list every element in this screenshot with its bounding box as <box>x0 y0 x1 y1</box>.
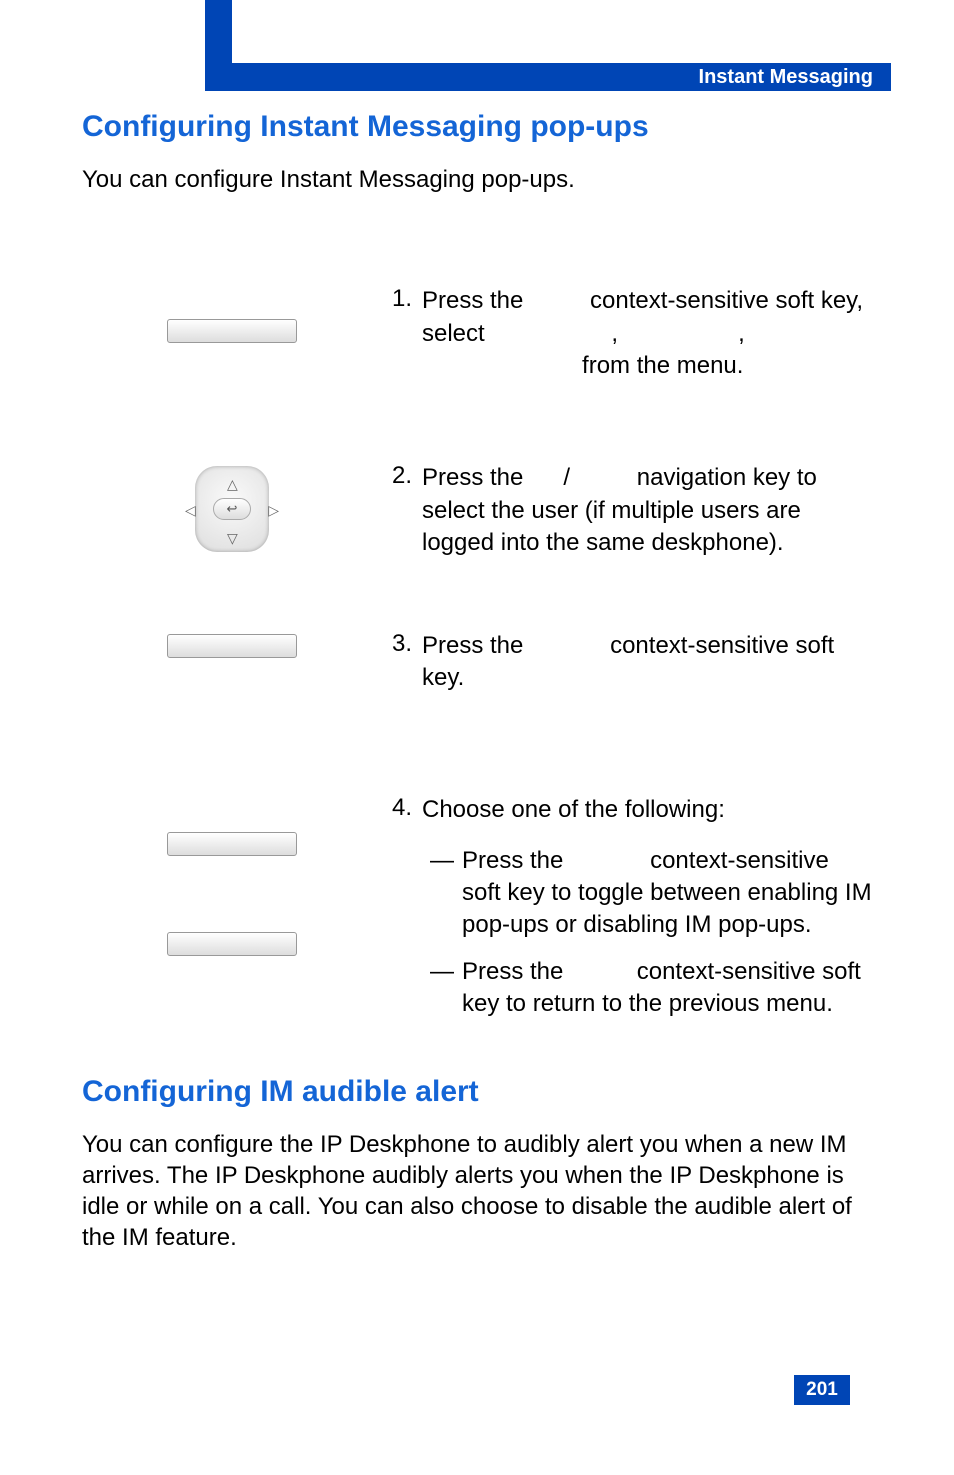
step-4-sub-2-blank <box>570 958 630 985</box>
step-2-blank2 <box>570 464 630 491</box>
left-arrow-icon: ◁ <box>185 502 196 519</box>
right-arrow-icon: ▷ <box>268 502 279 519</box>
section2-body: You can configure the IP Deskphone to au… <box>82 1129 872 1254</box>
step-3-blank <box>530 632 603 659</box>
left-color-tab <box>205 0 232 91</box>
step-4-sub-1-blank <box>570 847 643 874</box>
page-root: Instant Messaging Configuring Instant Me… <box>0 0 954 1475</box>
step-1-blank4 <box>422 352 575 379</box>
step-1: 1. Press the context-sensitive soft key,… <box>82 285 872 382</box>
navigation-key-icon: ↩ △ ▽ ◁ ▷ <box>181 462 283 556</box>
section2: Configuring IM audible alert You can con… <box>82 1075 872 1254</box>
step-1-text: Press the context-sensitive soft key, se… <box>422 285 872 382</box>
step-1-figure <box>82 285 382 343</box>
content-area: Configuring Instant Messaging pop-ups Yo… <box>82 110 872 1273</box>
section1-heading: Configuring Instant Messaging pop-ups <box>82 110 872 144</box>
step-4-text: Choose one of the following: — Press the… <box>422 794 872 1034</box>
step-4-sub-1-text: Press the context-sensitive soft key to … <box>462 845 872 942</box>
step-2-figure: ↩ △ ▽ ◁ ▷ <box>82 462 382 556</box>
section2-heading: Configuring IM audible alert <box>82 1075 872 1109</box>
step-4-sub-2-text: Press the context-sensitive soft key to … <box>462 956 872 1021</box>
step-4-sub-2: — Press the context-sensitive soft key t… <box>422 956 872 1021</box>
softkey-icon <box>167 319 297 343</box>
step-1-blank1 <box>530 287 583 314</box>
step-2-number: 2. <box>382 462 422 490</box>
step-3-pre: Press the <box>422 632 530 659</box>
step-1-end: from the menu. <box>575 352 743 379</box>
step-1-blank2 <box>491 320 611 347</box>
dash-icon: — <box>422 956 462 1021</box>
softkey-icon <box>167 832 297 856</box>
dash-icon: — <box>422 845 462 942</box>
step-3: 3. Press the context-sensitive soft key. <box>82 630 872 695</box>
step-3-figure <box>82 630 382 658</box>
step-1-number: 1. <box>382 285 422 313</box>
step-1-mid3: , <box>738 320 745 347</box>
softkey-icon <box>167 634 297 658</box>
down-arrow-icon: ▽ <box>227 530 238 547</box>
step-1-pre: Press the <box>422 287 530 314</box>
step-2-blank1 <box>530 464 563 491</box>
section1-intro: You can configure Instant Messaging pop-… <box>82 164 872 195</box>
step-4-number: 4. <box>382 794 422 822</box>
header-section-title: Instant Messaging <box>699 66 873 89</box>
step-3-number: 3. <box>382 630 422 658</box>
step-4: 4. Choose one of the following: — Press … <box>82 794 872 1034</box>
steps-list: 1. Press the context-sensitive soft key,… <box>82 285 872 1034</box>
enter-key-icon: ↩ <box>213 498 251 520</box>
step-1-mid2: , <box>611 320 624 347</box>
step-4-figure <box>82 794 382 956</box>
step-3-text: Press the context-sensitive soft key. <box>422 630 872 695</box>
page-number: 201 <box>794 1375 850 1405</box>
step-4-sublist: — Press the context-sensitive soft key t… <box>422 845 872 1021</box>
step-2-text: Press the / navigation key to select the… <box>422 462 872 559</box>
step-1-blank3 <box>625 320 738 347</box>
step-2-pre: Press the <box>422 464 530 491</box>
step-4-sub-2-pre: Press the <box>462 958 570 985</box>
step-4-sub-1: — Press the context-sensitive soft key t… <box>422 845 872 942</box>
up-arrow-icon: △ <box>227 476 238 493</box>
step-4-sub-1-pre: Press the <box>462 847 570 874</box>
step-4-lead: Choose one of the following: <box>422 794 872 826</box>
header-bar: Instant Messaging <box>232 63 891 91</box>
softkey-icon <box>167 932 297 956</box>
step-2: ↩ △ ▽ ◁ ▷ 2. Press the / navigation key … <box>82 462 872 559</box>
